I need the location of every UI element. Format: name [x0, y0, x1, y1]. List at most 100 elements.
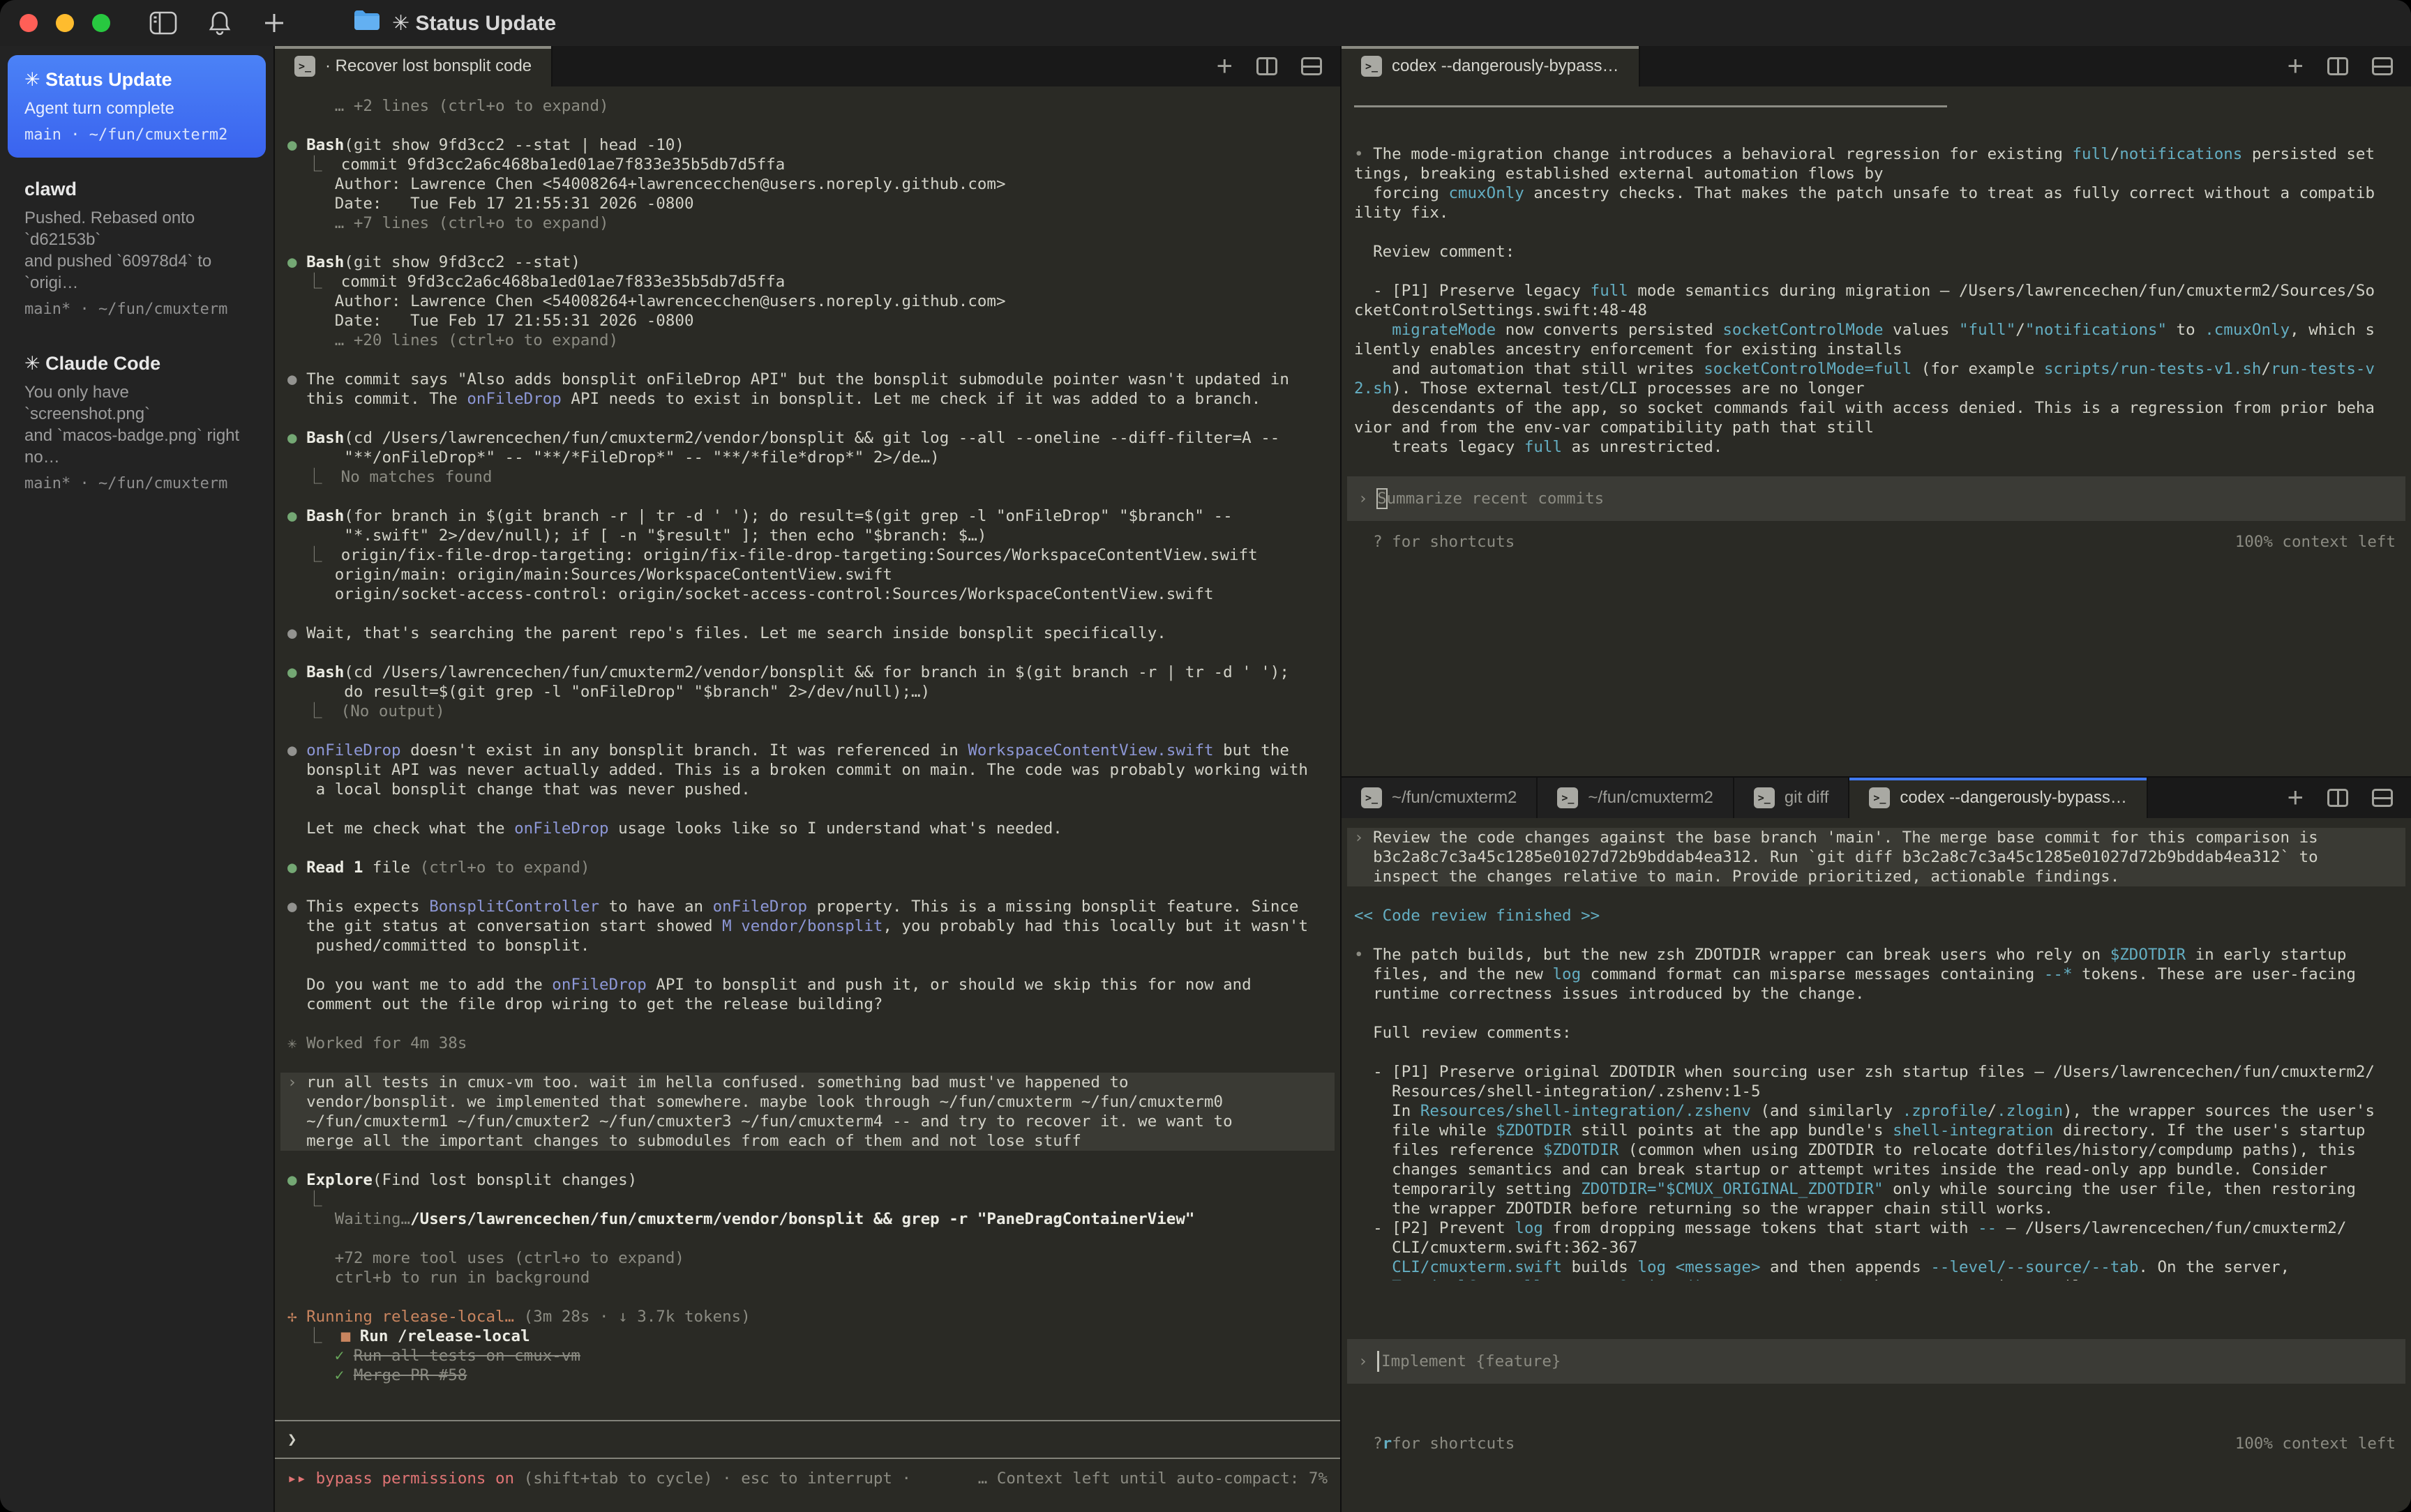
sidebar-item-0[interactable]: ✳ Status UpdateAgent turn completemain ·… — [8, 55, 266, 158]
session-title: clawd — [24, 179, 249, 200]
codex-bottom-tab-2[interactable]: >_ git diff — [1734, 778, 1850, 818]
minimize-window-button[interactable] — [56, 14, 74, 32]
terminal-line: ⎿ No matches found — [287, 467, 1328, 487]
split-vertical-icon[interactable] — [1256, 57, 1277, 75]
codex-bottom-input-area: › Implement {feature} ?rfor shortcuts100… — [1342, 1280, 2411, 1512]
pane-codex-bottom: >_~/fun/cmuxterm2>_~/fun/cmuxterm2>_git … — [1342, 776, 2411, 1512]
session-summary: Pushed. Rebased onto `d62153b`and pushed… — [24, 207, 249, 294]
user-message-line: b3c2a8c7c3a45c1285e01027d72b9bddab4ea312… — [1347, 847, 2405, 867]
terminal-line: Do you want me to add the onFileDrop API… — [287, 975, 1328, 995]
pane-claude-main: >_· Recover lost bonsplit code + … +2 li… — [273, 46, 1340, 1512]
traffic-lights — [0, 14, 110, 32]
terminal-line: origin/socket-access-control: origin/soc… — [287, 584, 1328, 604]
codex-top-terminal-output[interactable]: • The mode-migration change introduces a… — [1342, 86, 2411, 776]
terminal-line: +72 more tool uses (ctrl+o to expand) — [287, 1248, 1328, 1268]
split-horizontal-icon[interactable] — [1301, 57, 1322, 75]
split-horizontal-icon[interactable] — [2372, 57, 2393, 75]
terminal-icon: >_ — [1754, 787, 1775, 808]
codex-bottom-tab-0[interactable]: >_~/fun/cmuxterm2 — [1342, 778, 1538, 818]
terminal-line — [287, 487, 1328, 506]
terminal-line: ● The commit says "Also adds bonsplit on… — [287, 370, 1328, 389]
tab-label: ~/fun/cmuxterm2 — [1588, 788, 1713, 808]
terminal-line — [287, 350, 1328, 370]
terminal-line — [287, 1014, 1328, 1034]
terminal-line — [1354, 222, 2398, 242]
terminal-icon: >_ — [294, 56, 315, 77]
terminal-line: a local bonsplit change that was never p… — [287, 780, 1328, 799]
codex-bottom-tab-1[interactable]: >_~/fun/cmuxterm2 — [1538, 778, 1734, 818]
terminal-line: ● Bash(for branch in $(git branch -r | t… — [287, 506, 1328, 526]
terminal-line — [287, 877, 1328, 897]
terminal-icon: >_ — [1869, 787, 1890, 808]
split-vertical-icon[interactable] — [2327, 789, 2348, 807]
terminal-line: … +7 lines (ctrl+o to expand) — [287, 213, 1328, 233]
terminal-line: Date: Tue Feb 17 21:55:31 2026 -0800 — [287, 311, 1328, 331]
right-column: >_codex --dangerously-bypass… + • The mo… — [1340, 46, 2411, 1512]
new-tab-icon[interactable]: + — [1217, 52, 1233, 80]
terminal-line: files, and the new log command format ca… — [1354, 965, 2398, 984]
notifications-bell-icon[interactable] — [208, 10, 232, 36]
terminal-line: • The patch builds, but the new zsh ZDOT… — [1354, 945, 2398, 965]
claude-prompt-input[interactable]: ❯ — [275, 1421, 1340, 1458]
terminal-line — [287, 643, 1328, 663]
terminal-line — [287, 116, 1328, 135]
user-message-line: inspect the changes relative to main. Pr… — [1347, 867, 2405, 886]
text-cursor: S — [1377, 489, 1387, 508]
tab-label: ~/fun/cmuxterm2 — [1392, 788, 1517, 808]
codex-top-tab-0[interactable]: >_codex --dangerously-bypass… — [1342, 46, 1640, 86]
new-tab-icon[interactable]: + — [2288, 52, 2304, 80]
terminal-line: ⎿ ■ Run /release-local — [287, 1326, 1328, 1346]
terminal-line: the wrapper ZDOTDIR before returning so … — [1354, 1199, 2398, 1218]
terminal-line: … +20 lines (ctrl+o to expand) — [287, 331, 1328, 350]
terminal-line: ● onFileDrop doesn't exist in any bonspl… — [287, 741, 1328, 760]
terminal-line: CLI/cmuxterm.swift builds log <message> … — [1354, 1257, 2398, 1277]
zoom-window-button[interactable] — [92, 14, 110, 32]
codex-bottom-tab-3[interactable]: >_codex --dangerously-bypass… — [1849, 778, 2148, 818]
terminal-line: ilently enables ancestry enforcement for… — [1354, 340, 2398, 359]
terminal-line: vior and from the env-var compatibility … — [1354, 418, 2398, 437]
new-workspace-icon[interactable] — [262, 11, 286, 35]
sidebar-item-1[interactable]: clawd Pushed. Rebased onto `d62153b`and p… — [8, 165, 266, 332]
codex-bottom-terminal-output[interactable]: › Review the code changes against the ba… — [1342, 818, 2411, 1280]
terminal-line: forcing cmuxOnly ancestry checks. That m… — [1354, 183, 2398, 203]
terminal-line — [287, 604, 1328, 623]
claude-tab-0[interactable]: >_· Recover lost bonsplit code — [275, 46, 553, 86]
new-tab-icon[interactable]: + — [2288, 784, 2304, 812]
codex-bottom-status-bar: ?rfor shortcuts100% context left — [1354, 1434, 2398, 1453]
close-window-button[interactable] — [20, 14, 38, 32]
tab-label: git diff — [1785, 788, 1829, 808]
folder-icon — [353, 9, 381, 37]
user-message-line: › Review the code changes against the ba… — [1347, 828, 2405, 847]
terminal-line: ✓ Run all tests on cmux-vm — [287, 1346, 1328, 1366]
claude-terminal-output[interactable]: … +2 lines (ctrl+o to expand)● Bash(git … — [275, 86, 1340, 1420]
split-vertical-icon[interactable] — [2327, 57, 2348, 75]
terminal-line: comment out the file drop wiring to get … — [287, 995, 1328, 1014]
terminal-line: file while $ZDOTDIR still points at the … — [1354, 1121, 2398, 1140]
terminal-line — [287, 233, 1328, 252]
codex-prompt-input[interactable]: › Implement {feature} — [1347, 1339, 2405, 1384]
sidebar-item-2[interactable]: ✳ Claude CodeYou only have `screenshot.p… — [8, 339, 266, 506]
user-message-line: › run all tests in cmux-vm too. wait im … — [280, 1073, 1335, 1092]
codex-prompt-input[interactable]: › Summarize recent commits — [1347, 476, 2405, 521]
terminal-line — [287, 1053, 1328, 1073]
pane-codex-top: >_codex --dangerously-bypass… + • The mo… — [1342, 46, 2411, 776]
terminal-line: descendants of the app, so socket comman… — [1354, 398, 2398, 418]
terminal-line: cketControlSettings.swift:48-48 — [1354, 301, 2398, 320]
terminal-line: ⎿ commit 9fd3cc2a6c468ba1ed01ae7f833e35b… — [287, 272, 1328, 292]
terminal-line: ● Explore(Find lost bonsplit changes) — [287, 1170, 1328, 1190]
session-title: ✳ Status Update — [24, 69, 249, 91]
tab-label: codex --dangerously-bypass… — [1392, 56, 1619, 76]
terminal-line: "**/onFileDrop*" -- "**/*FileDrop*" -- "… — [287, 448, 1328, 467]
terminal-line — [1354, 925, 2398, 945]
toggle-sidebar-icon[interactable] — [149, 11, 177, 35]
terminal-line: ● Bash(git show 9fd3cc2 --stat | head -1… — [287, 135, 1328, 155]
codex-top-tabstrip: >_codex --dangerously-bypass… + — [1342, 46, 2411, 86]
terminal-line: CLI/cmuxterm.swift:362-367 — [1354, 1238, 2398, 1257]
terminal-line: "*.swift" 2>/dev/null); if [ -n "$result… — [287, 526, 1328, 545]
split-horizontal-icon[interactable] — [2372, 789, 2393, 807]
session-branch-path: main* · ~/fun/cmuxterm — [24, 301, 249, 318]
terminal-line: ● Read 1 file (ctrl+o to expand) — [287, 858, 1328, 877]
session-summary: You only have `screenshot.png`and `macos… — [24, 381, 249, 468]
terminal-divider — [1354, 105, 2398, 125]
terminal-line: tings, breaking established external aut… — [1354, 164, 2398, 183]
